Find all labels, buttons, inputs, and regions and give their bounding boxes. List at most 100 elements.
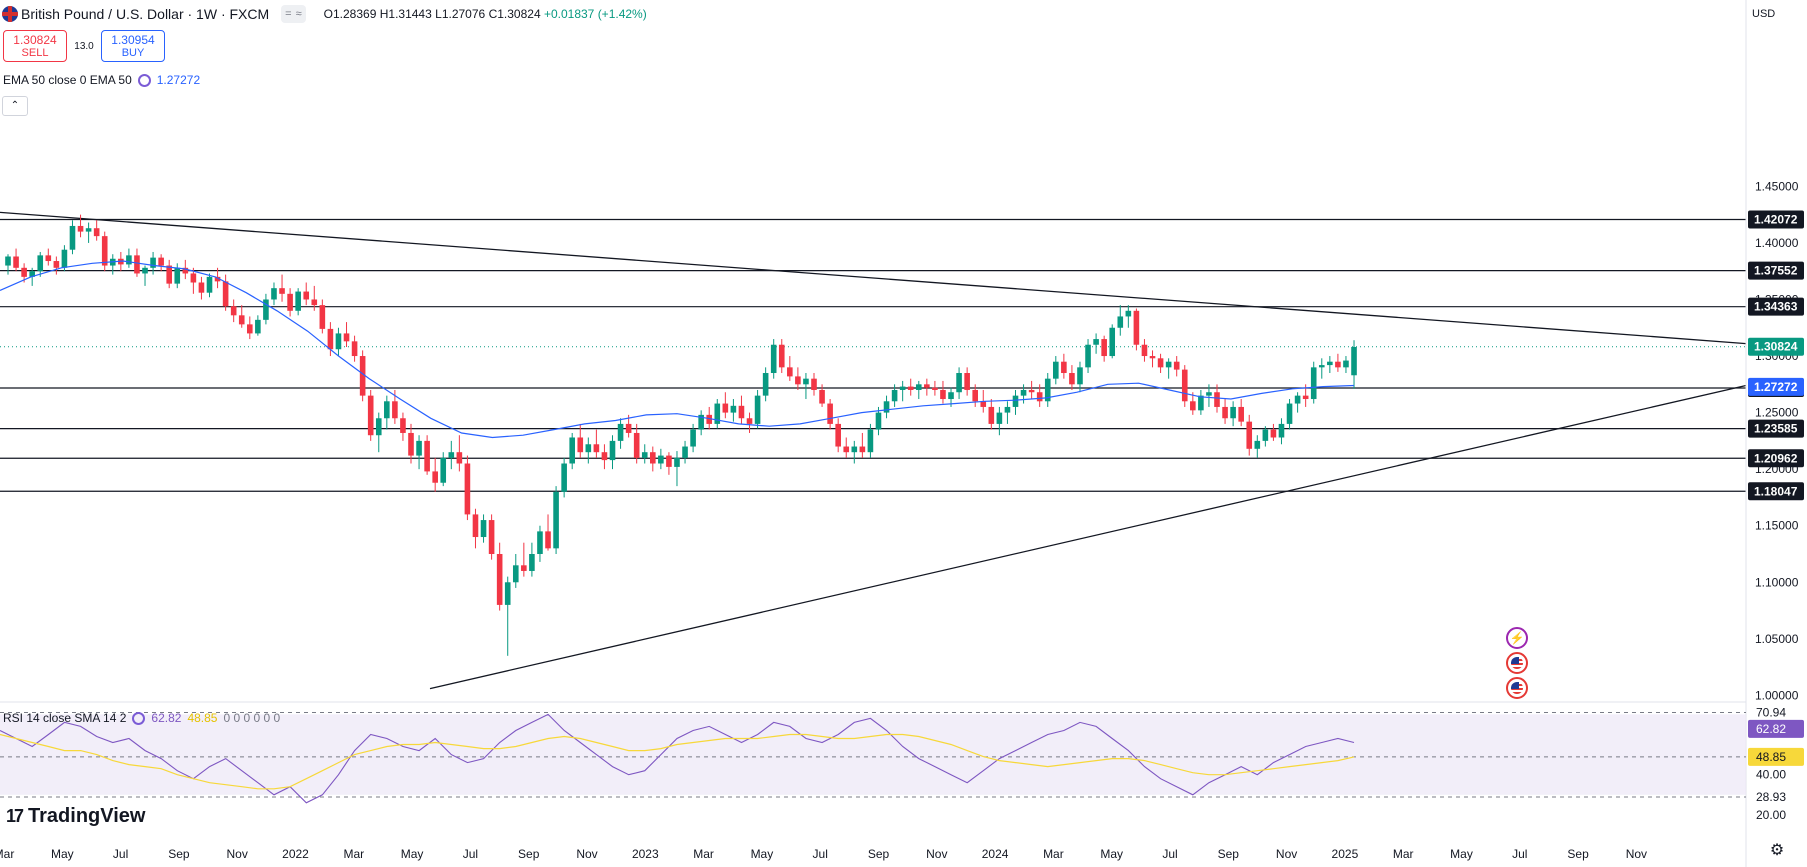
collapse-legend-button[interactable]: ⌃ xyxy=(2,96,28,116)
last-price-label: 1.30824 xyxy=(1754,340,1798,354)
candle-body xyxy=(488,520,495,554)
rsi-band xyxy=(0,714,1746,795)
wave-icon: ≈ xyxy=(295,8,302,20)
rsi-legend-label: RSI 14 close SMA 14 2 xyxy=(3,711,127,725)
candle-body xyxy=(238,315,245,325)
price-axis[interactable]: 1.450001.400001.350001.300001.250001.200… xyxy=(1745,0,1804,867)
candle-body xyxy=(303,291,310,300)
buy-button[interactable]: 1.30954 BUY xyxy=(101,30,165,62)
rsi-legend[interactable]: RSI 14 close SMA 14 2 62.82 48.85 0 0 0 … xyxy=(3,711,280,725)
candle-body xyxy=(45,255,52,262)
ohlc-readout: O1.28369 H1.31443 L1.27076 C1.30824 +0.0… xyxy=(323,7,647,21)
currency-selector[interactable]: USD xyxy=(1748,4,1802,24)
sell-price: 1.30824 xyxy=(13,33,57,47)
candle-body xyxy=(351,341,358,357)
candle-body xyxy=(730,405,737,413)
flash-event-icon[interactable]: ⚡ xyxy=(1506,627,1528,649)
rsi-tick-label: 20.00 xyxy=(1756,808,1786,822)
candle-body xyxy=(545,531,551,549)
candle-body xyxy=(1085,344,1091,368)
candle-body xyxy=(932,387,938,390)
candle-body xyxy=(21,267,27,277)
candle-body xyxy=(827,403,833,424)
candle-body xyxy=(166,265,172,284)
time-axis[interactable]: Mar May Jul Sep Nov 2022 Mar May Jul Sep Nov 2023 Ma… xyxy=(0,847,1647,861)
candle-body xyxy=(875,412,882,430)
candle-body xyxy=(1335,361,1341,368)
candle-body xyxy=(222,281,229,307)
uk-economic-event-icon[interactable] xyxy=(1506,652,1528,674)
time-tick-label: Sep xyxy=(868,847,890,861)
brand-name: TradingView xyxy=(28,805,146,827)
rsi-legend-value: 62.82 xyxy=(151,711,182,725)
time-tick-label: 2024 xyxy=(982,847,1009,861)
candle-body xyxy=(174,267,181,284)
ema-price-label: 1.27272 xyxy=(1754,380,1798,394)
settings-gear-icon[interactable]: ⚙ xyxy=(1768,842,1786,860)
time-tick-label: Mar xyxy=(343,847,364,861)
candle-body xyxy=(1190,401,1196,411)
candle-body xyxy=(1061,361,1067,374)
trendline xyxy=(0,211,1747,345)
symbol-title[interactable]: British Pound / U.S. Dollar · 1W · FXCM xyxy=(21,6,269,22)
chart-canvas[interactable]: 1.450001.400001.350001.300001.250001.200… xyxy=(0,0,1807,867)
candle-body xyxy=(295,291,301,311)
candle-body xyxy=(230,306,237,316)
us-economic-event-icon[interactable] xyxy=(1506,677,1528,699)
candle-body xyxy=(795,376,801,385)
sell-button[interactable]: 1.30824 SELL xyxy=(3,30,67,62)
candle-body xyxy=(940,389,946,400)
time-tick-label: Sep xyxy=(1567,847,1589,861)
candle-body xyxy=(1286,403,1293,424)
rsi-tick-label: 70.94 xyxy=(1756,706,1786,720)
symbol-header: British Pound / U.S. Dollar · 1W · FXCM … xyxy=(0,0,647,28)
candle-body xyxy=(1157,358,1164,368)
candle-body xyxy=(392,401,398,419)
candle-body xyxy=(988,406,995,424)
candle-body xyxy=(206,276,213,293)
candle-body xyxy=(1206,392,1212,396)
candle-body xyxy=(569,437,575,464)
candle-body xyxy=(287,293,293,311)
candle-body xyxy=(343,333,350,342)
gbpusd-flag-icon xyxy=(2,6,18,22)
tradingview-logo[interactable]: 17 TradingView xyxy=(6,805,145,828)
time-tick-label: Mar xyxy=(1043,847,1064,861)
candle-body xyxy=(150,257,156,268)
candle-body xyxy=(416,440,422,456)
rsi-sma-legend-value: 48.85 xyxy=(187,711,218,725)
refresh-icon[interactable] xyxy=(132,711,146,725)
candle-body xyxy=(311,299,318,306)
candle-body xyxy=(601,452,608,461)
candle-body xyxy=(1165,361,1172,368)
candle-body xyxy=(521,565,527,571)
ema-legend[interactable]: EMA 50 close 0 EMA 50 1.27272 xyxy=(3,73,200,87)
candle-body xyxy=(1101,339,1107,357)
time-tick-label: Mar xyxy=(693,847,714,861)
rsi-tick-label: 62.82 xyxy=(1756,722,1786,736)
candle-body xyxy=(158,257,164,266)
time-tick-label: Jul xyxy=(113,847,128,861)
spread-value: 13.0 xyxy=(74,40,94,52)
candle-body xyxy=(512,565,519,583)
candle-body xyxy=(367,395,374,436)
time-tick-label: Nov xyxy=(227,847,248,861)
candle-body xyxy=(424,440,430,472)
candle-body xyxy=(964,373,970,390)
rsi-tick-label: 40.00 xyxy=(1756,768,1786,782)
candle-body xyxy=(948,392,954,400)
refresh-icon[interactable] xyxy=(137,73,151,87)
candle-body xyxy=(1004,406,1011,413)
candle-body xyxy=(440,457,447,483)
time-tick-label: Sep xyxy=(1218,847,1240,861)
price-tick-label: 1.15000 xyxy=(1755,519,1799,533)
buy-price: 1.30954 xyxy=(111,33,155,47)
candle-body xyxy=(1262,429,1269,441)
candle-body xyxy=(327,328,334,350)
candle-body xyxy=(504,582,511,605)
price-tick-label: 1.00000 xyxy=(1755,688,1799,702)
candle-body xyxy=(593,444,600,453)
time-tick-label: Sep xyxy=(168,847,190,861)
time-tick-label: Nov xyxy=(1276,847,1297,861)
chart-mode-toggle[interactable]: = ≈ xyxy=(281,5,306,23)
